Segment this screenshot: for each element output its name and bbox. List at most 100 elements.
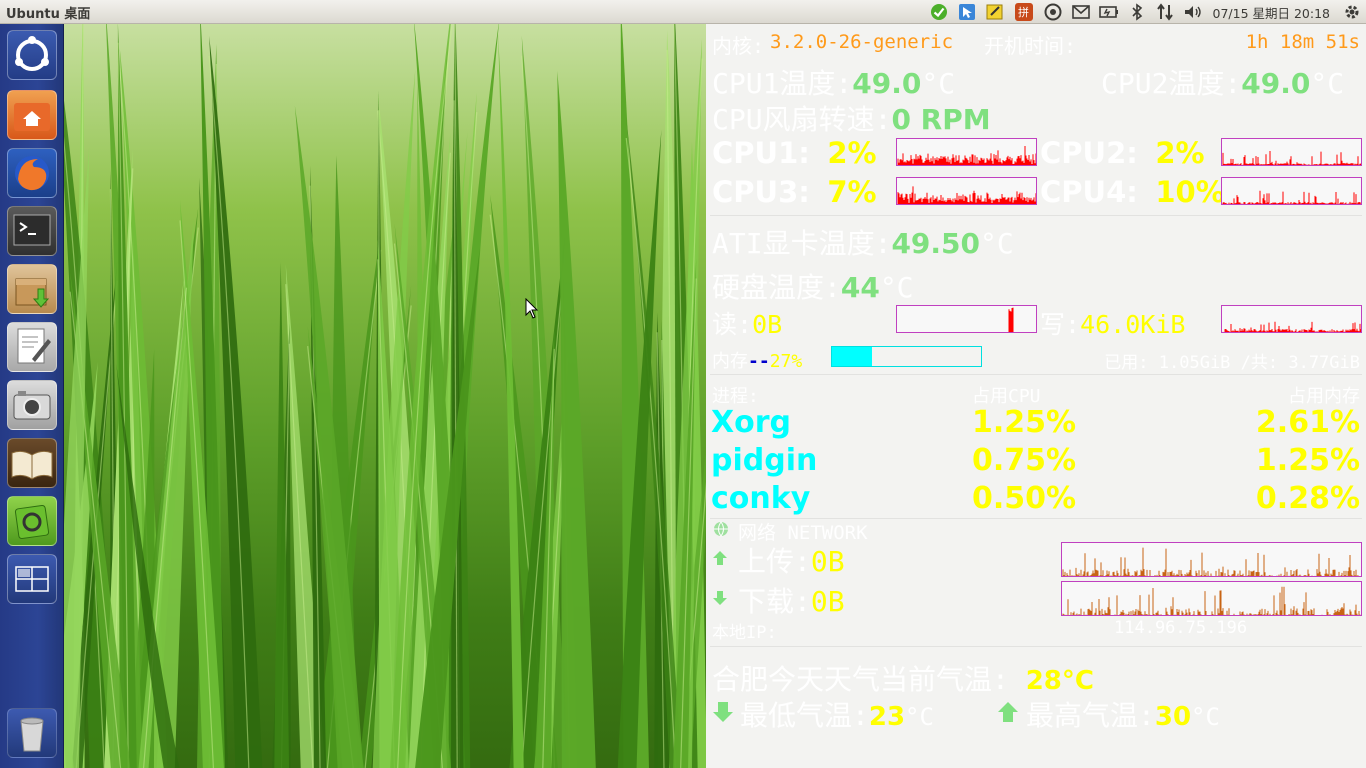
upload-arrow-icon (713, 551, 727, 565)
download-label: 下载: (738, 585, 811, 618)
ubuntu-one-icon[interactable] (1042, 2, 1064, 22)
cpu2-graph (1221, 138, 1362, 166)
graph-activity-trace (897, 186, 1036, 204)
cpu1-usage: CPU1: 2% (712, 136, 877, 170)
mem-percent: 27% (769, 351, 803, 372)
bluetooth-icon[interactable] (1126, 2, 1148, 22)
local-ip-value: 114.96.75.196 (1114, 618, 1248, 638)
system-tray: 拼 07/15 星期日 20:18 (925, 0, 1366, 24)
process-cpu: 0.50% (972, 481, 1077, 516)
cpu3-usage: CPU3: 7% (712, 175, 877, 209)
cpu2-label: CPU2: (1040, 136, 1138, 170)
input-method-icon[interactable]: 拼 (1014, 3, 1033, 21)
top-panel: Ubuntu 桌面 拼 07/15 星期日 20:18 (0, 0, 1366, 24)
network-download: 下载:0B (738, 580, 845, 620)
low-temp-unit: °C (905, 703, 934, 731)
text-editor-icon[interactable] (7, 322, 57, 372)
cpu2-value: 2% (1155, 136, 1205, 170)
gpu-temperature: ATI显卡温度:49.50°C (712, 222, 1014, 262)
disk-write-graph (1221, 305, 1362, 333)
cpu1-temp-label: CPU1温度: (712, 67, 853, 100)
archive-manager-icon[interactable] (7, 264, 57, 314)
weather-label: 合肥今天天气当前气温: (712, 663, 1009, 696)
ebook-reader-icon[interactable] (7, 438, 57, 488)
home-folder-icon[interactable] (7, 90, 57, 140)
notes-icon[interactable] (984, 2, 1006, 22)
power-gear-icon[interactable] (1341, 2, 1363, 22)
read-value: 0B (752, 310, 783, 339)
screenshot-camera-icon[interactable] (7, 380, 57, 430)
process-cpu: 1.25% (972, 405, 1077, 440)
fan-label: CPU风扇转速: (712, 103, 892, 136)
volume-icon[interactable] (1182, 2, 1204, 22)
trash-icon[interactable] (7, 708, 57, 758)
process-mem: 2.61% (1255, 405, 1360, 440)
cpu3-value: 7% (827, 175, 877, 209)
high-temp-label: 最高气温: (1026, 699, 1155, 732)
grass-wallpaper-image (64, 24, 706, 768)
workspace-switcher-icon[interactable] (7, 554, 57, 604)
battery-icon[interactable] (1098, 2, 1120, 22)
cpu4-label: CPU4: (1040, 175, 1138, 209)
read-label: 读: (712, 310, 753, 339)
graph-activity-trace (1222, 321, 1361, 332)
cpu1-temp-value: 49.0 (852, 67, 922, 100)
ubuntu-dash-icon[interactable] (7, 30, 57, 80)
cpu3-graph (896, 177, 1037, 205)
weather-high: 最高气温:30°C (1026, 694, 1220, 734)
mail-icon[interactable] (1070, 2, 1092, 22)
graph-activity-trace (902, 307, 1014, 332)
disk-read: 读:0B (712, 305, 782, 341)
weather-current-value: 28°C (1025, 666, 1094, 696)
firefox-icon[interactable] (7, 148, 57, 198)
local-ip-label: 本地IP: (712, 623, 777, 643)
network-manager-icon[interactable] (956, 2, 978, 22)
desktop-screen: Ubuntu 桌面 拼 07/15 星期日 20:18 内核: 3.2.0-26… (0, 0, 1366, 768)
cpu1-temperature: CPU1温度:49.0°C (712, 62, 955, 102)
software-center-icon[interactable] (7, 496, 57, 546)
launcher (0, 24, 64, 768)
disk-temp-label: 硬盘温度: (712, 271, 841, 304)
uptime-label: 开机时间: (984, 34, 1077, 58)
cpu4-usage: CPU4: 10% (1040, 175, 1225, 209)
clock[interactable]: 07/15 星期日 20:18 (1213, 3, 1331, 22)
grass-blade (498, 33, 524, 768)
cpu-fan-speed: CPU风扇转速:0 RPM (712, 98, 991, 138)
graph-activity-trace (897, 146, 1036, 165)
gpu-temp-value: 49.50 (891, 227, 981, 260)
check-icon[interactable] (928, 2, 950, 22)
write-value: 46.0KiB (1080, 310, 1186, 339)
download-graph (1061, 581, 1362, 616)
low-temp-arrow-icon (713, 702, 733, 722)
network-upload: 上传:0B (738, 540, 845, 580)
separator (710, 374, 1362, 375)
upload-graph (1061, 542, 1362, 577)
desktop-wallpaper[interactable] (64, 24, 706, 768)
high-temp-unit: °C (1191, 703, 1220, 731)
terminal-icon[interactable] (7, 206, 57, 256)
disk-write: 写:46.0KiB (1040, 305, 1185, 341)
gpu-temp-label: ATI显卡温度: (712, 227, 892, 260)
memory-usage: 内存--27% (712, 347, 802, 373)
disk-temp-value: 44 (840, 271, 880, 304)
mouse-cursor-icon (525, 298, 539, 319)
mem-label: 内存 (712, 351, 748, 372)
disk-temperature: 硬盘温度:44°C (712, 266, 914, 306)
cpu4-value: 10% (1155, 175, 1225, 209)
graph-activity-trace (1222, 151, 1361, 165)
network-globe-icon (714, 521, 728, 537)
upload-label: 上传: (738, 545, 811, 578)
cpu2-temp-value: 49.0 (1241, 67, 1311, 100)
process-name: conky (711, 481, 811, 516)
kernel-value: 3.2.0-26-generic (770, 31, 954, 53)
transfer-icon[interactable] (1154, 2, 1176, 22)
cpu1-label: CPU1: (712, 136, 810, 170)
window-title: Ubuntu 桌面 (6, 7, 91, 22)
process-mem: 1.25% (1255, 443, 1360, 478)
process-name: Xorg (711, 405, 792, 440)
graph-activity-trace (1062, 547, 1359, 576)
weather-low: 最低气温:23°C (740, 694, 934, 734)
cpu2-temp-unit: °C (1310, 67, 1345, 100)
process-mem: 0.28% (1255, 481, 1360, 516)
cpu1-graph (896, 138, 1037, 166)
